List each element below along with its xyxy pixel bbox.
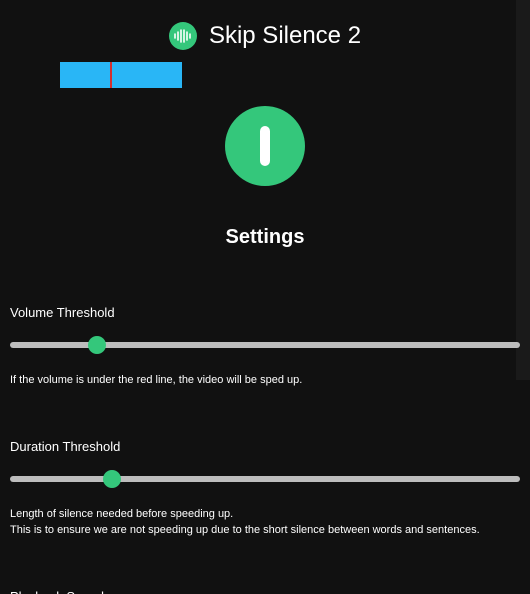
slider-track (10, 342, 520, 348)
duration-threshold-slider[interactable] (10, 470, 520, 488)
slider-track (10, 476, 520, 482)
volume-threshold-slider[interactable] (10, 336, 520, 354)
scrollbar-track[interactable] (516, 0, 530, 380)
waveform-icon (169, 22, 197, 50)
settings-heading: Settings (0, 226, 530, 249)
slider-thumb[interactable] (88, 336, 106, 354)
pause-bar-icon (260, 126, 270, 166)
helper-line-1: Length of silence needed before speeding… (10, 508, 233, 520)
volume-threshold-helper: If the volume is under the red line, the… (10, 372, 520, 389)
duration-threshold-label: Duration Threshold (10, 439, 520, 454)
vu-meter (60, 62, 182, 88)
toggle-button[interactable] (225, 106, 305, 186)
slider-thumb[interactable] (103, 470, 121, 488)
header: Skip Silence 2 (0, 0, 530, 58)
volume-threshold-section: Volume Threshold If the volume is under … (0, 305, 530, 389)
vu-meter-bar (60, 62, 182, 88)
vu-meter-threshold-line (110, 62, 112, 88)
helper-line-2: This is to ensure we are not speeding up… (10, 524, 480, 536)
duration-threshold-helper: Length of silence needed before speeding… (10, 506, 520, 539)
volume-threshold-label: Volume Threshold (10, 305, 520, 320)
duration-threshold-section: Duration Threshold Length of silence nee… (0, 439, 530, 539)
playback-speed-label: Playback Speed (10, 589, 520, 594)
playback-speed-section: Playback Speed (0, 589, 530, 594)
app-title: Skip Silence 2 (209, 22, 361, 50)
